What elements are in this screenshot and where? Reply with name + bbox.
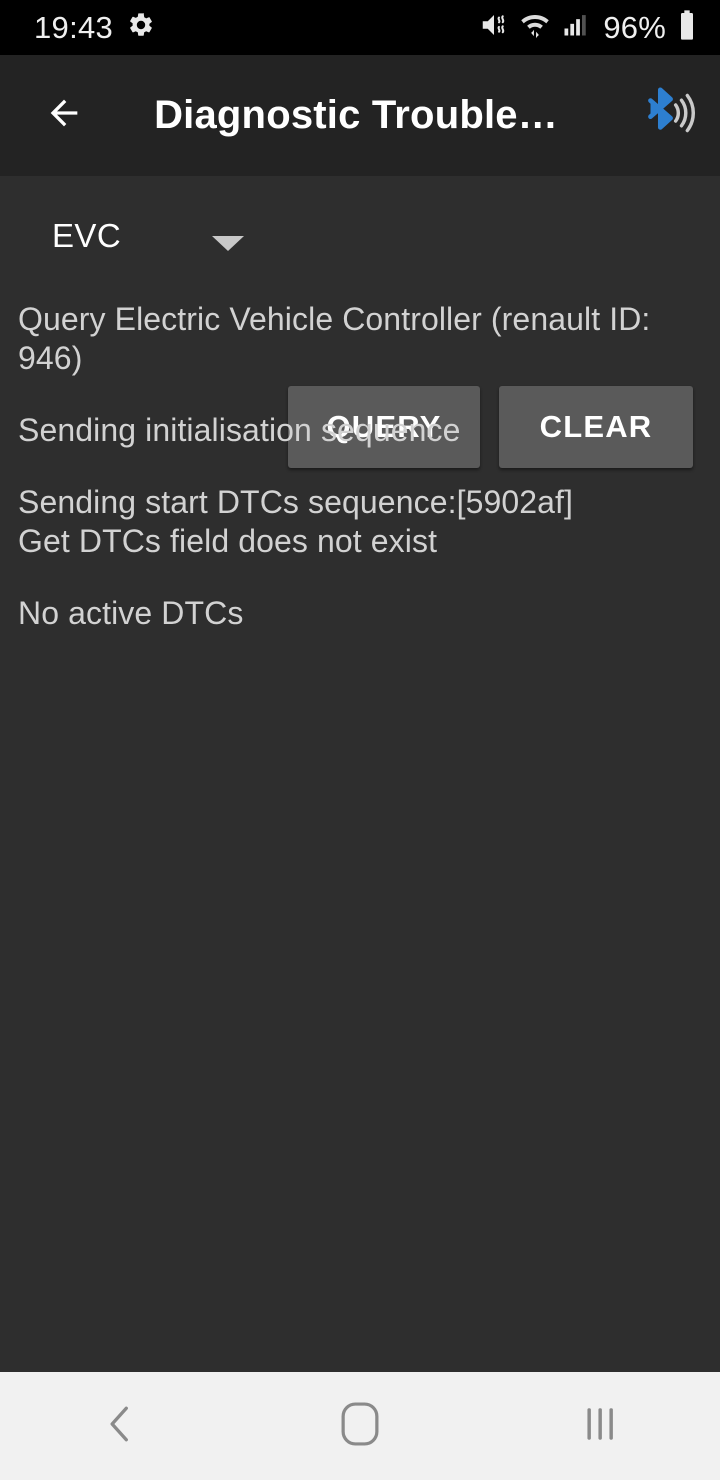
back-button[interactable] (22, 55, 106, 176)
nav-recents-icon (580, 1402, 620, 1451)
ecu-spinner[interactable]: EVC (18, 176, 280, 296)
bluetooth-status-button[interactable] (616, 55, 712, 176)
status-bar-left: 19:43 (34, 10, 155, 46)
battery-full-icon (676, 9, 698, 46)
app-bar: Diagnostic Trouble… (0, 55, 720, 176)
nav-recents-button[interactable] (520, 1372, 680, 1480)
nav-home-icon (339, 1401, 381, 1452)
content-area: EVC QUERY CLEAR Query Electric Vehicle C… (0, 176, 720, 1372)
status-bar-right: 96% (479, 9, 698, 46)
status-bar-clock: 19:43 (34, 9, 114, 45)
phone-screen: 19:43 96% Diagnostic Trouble… EVC QUERY … (0, 0, 720, 1480)
chevron-down-icon (212, 236, 244, 251)
controls-row: EVC (0, 176, 720, 296)
log-entry: Query Electric Vehicle Controller (renau… (18, 301, 651, 377)
volume-mute-icon (479, 10, 509, 45)
log-entry: No active DTCs (18, 595, 244, 632)
nav-back-button[interactable] (40, 1372, 200, 1480)
arrow-back-icon (41, 93, 87, 138)
nav-home-button[interactable] (280, 1372, 440, 1480)
page-title: Diagnostic Trouble… (154, 93, 558, 137)
system-navigation-bar (0, 1372, 720, 1480)
ecu-spinner-value: EVC (52, 217, 122, 254)
battery-percent-label: 96% (603, 9, 666, 45)
cellular-signal-icon (561, 11, 589, 44)
settings-gear-icon (127, 11, 155, 44)
bluetooth-connected-icon (633, 83, 695, 148)
nav-back-chevron-icon (100, 1402, 140, 1451)
log-entry: Sending start DTCs sequence:[5902af] Get… (18, 484, 574, 560)
wifi-data-transfer-icon (519, 10, 551, 45)
diagnostic-log: Query Electric Vehicle Controller (renau… (18, 300, 702, 633)
status-bar: 19:43 96% (0, 0, 720, 55)
log-entry: Sending initialisation sequence (18, 412, 461, 449)
